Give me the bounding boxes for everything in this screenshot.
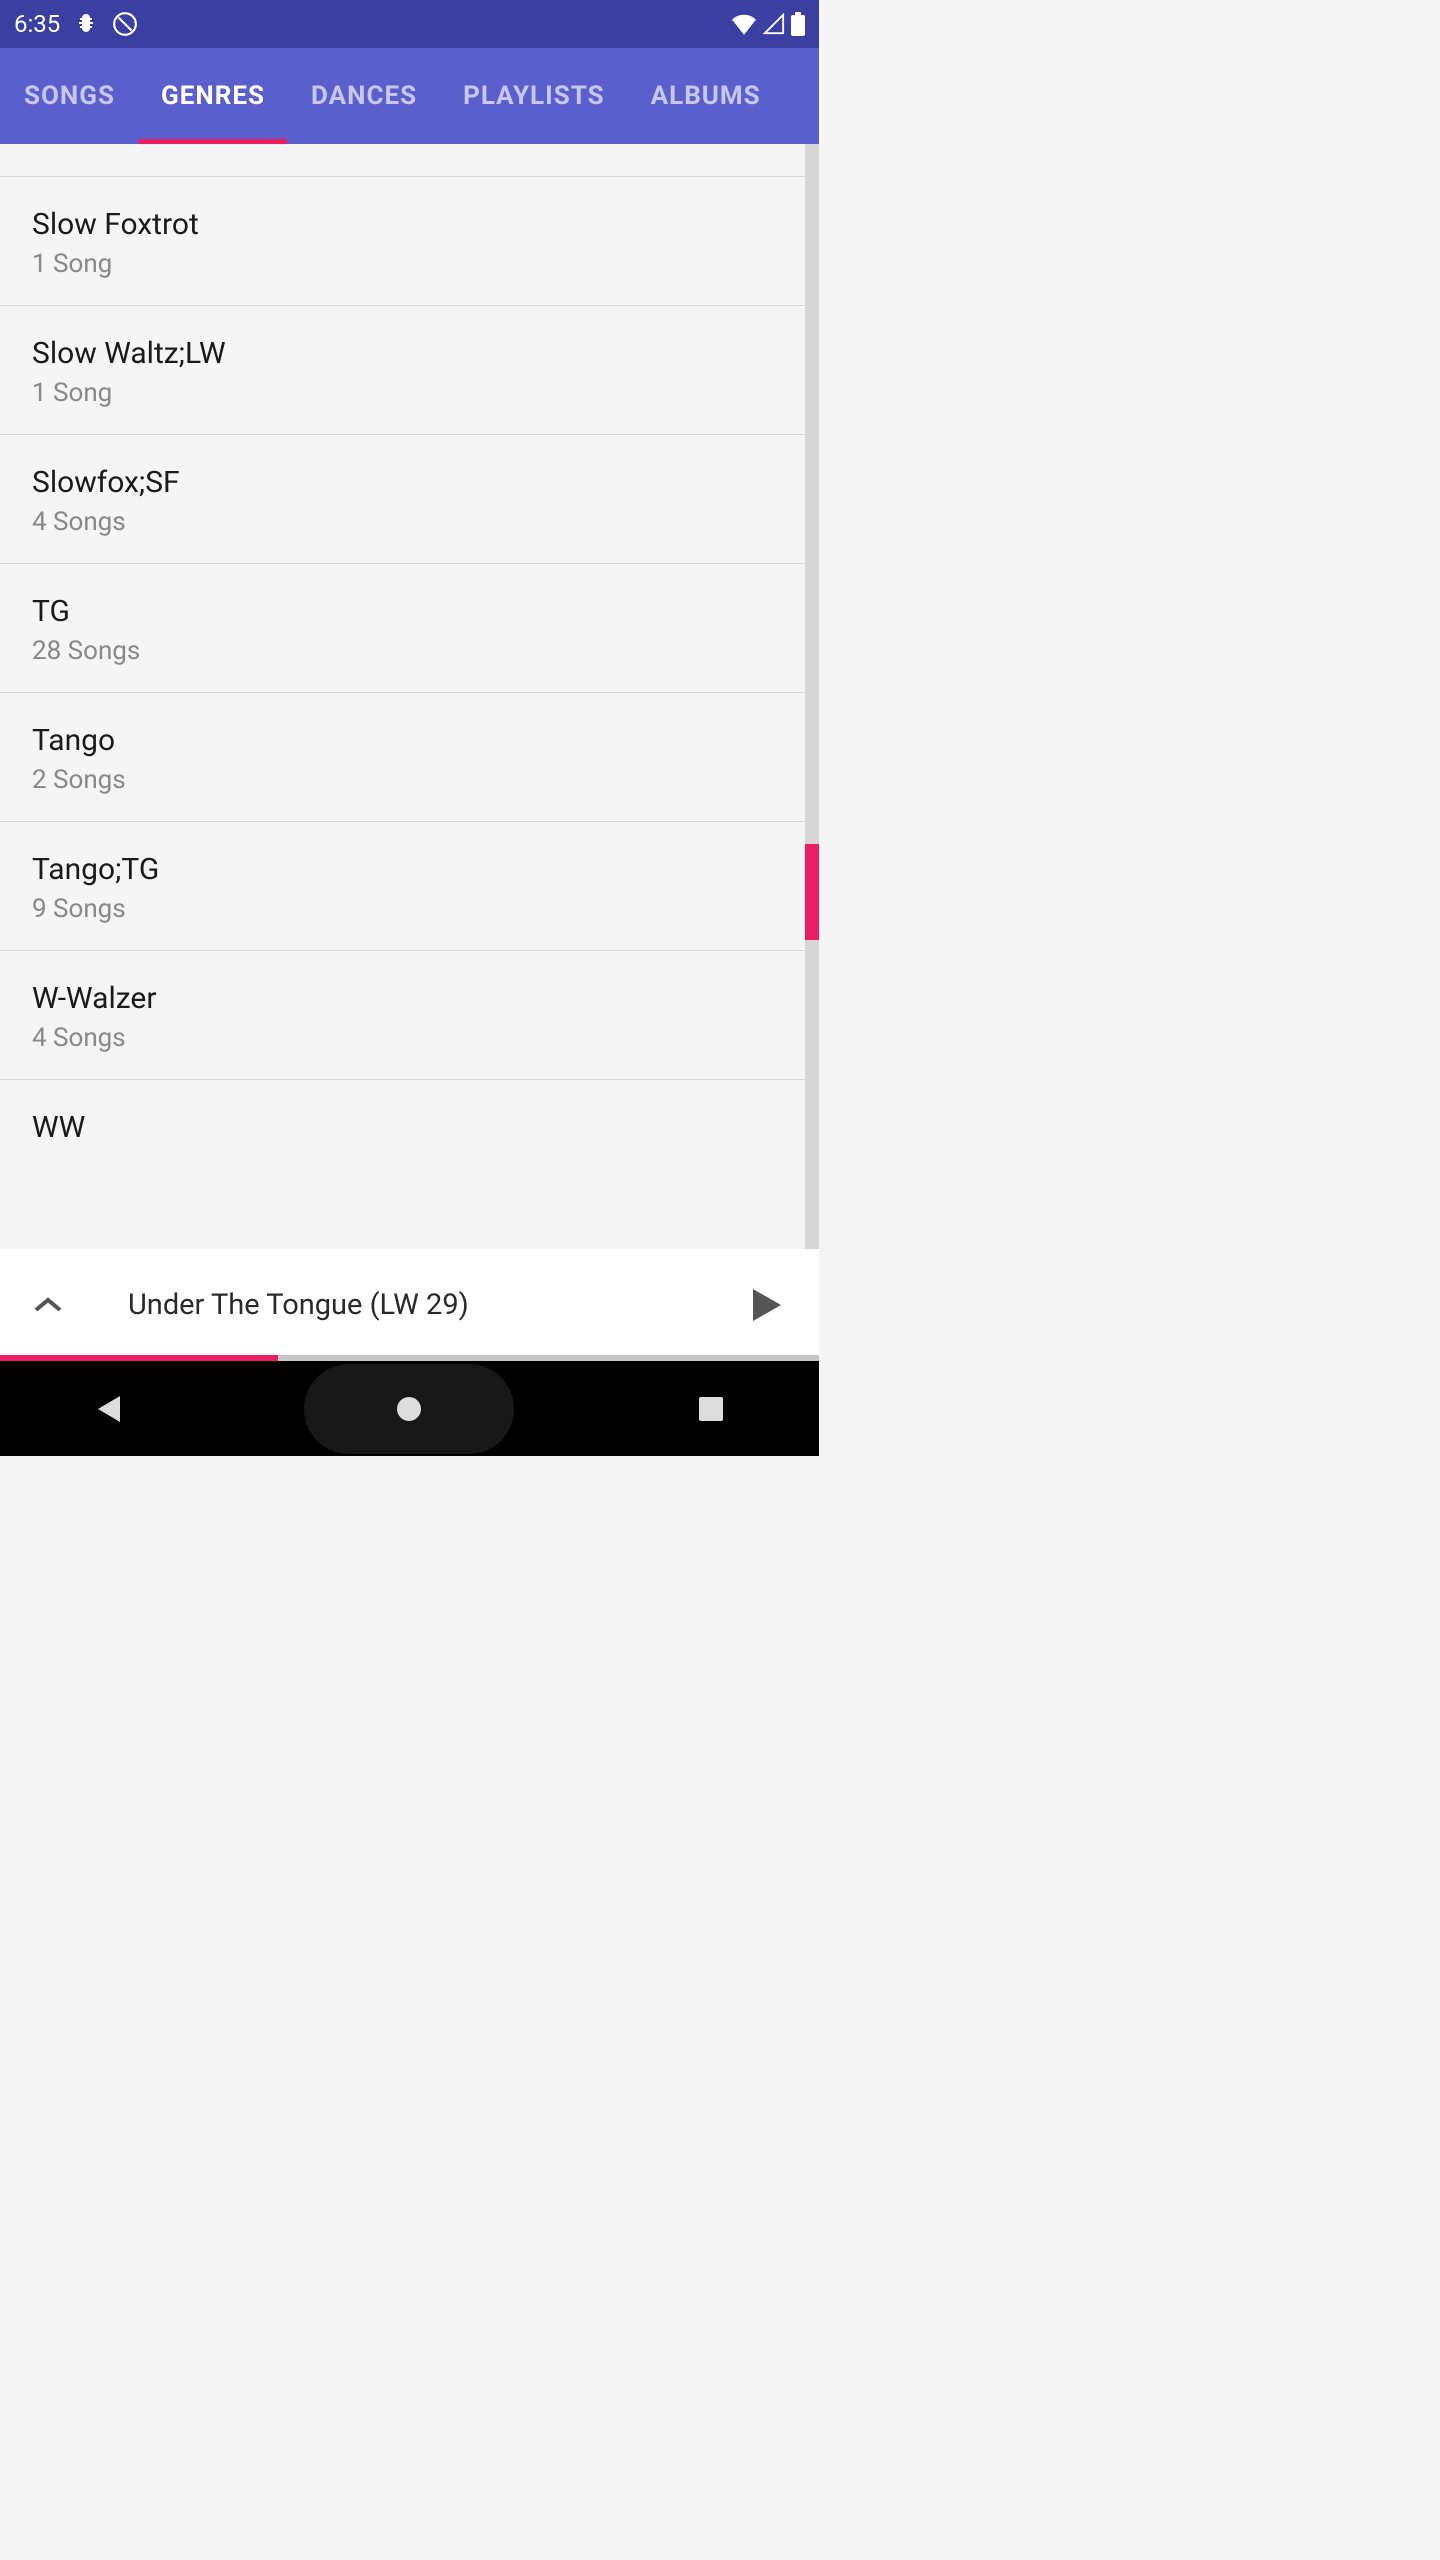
tab-playlists[interactable]: PLAYLISTS <box>463 48 605 144</box>
item-title: W-Walzer <box>32 981 787 1017</box>
list-item[interactable]: Tango 2 Songs <box>0 693 819 822</box>
now-playing-bar[interactable]: Under The Tongue (LW 29) <box>0 1249 819 1361</box>
tab-albums[interactable]: ALBUMS <box>651 48 761 144</box>
chevron-up-icon[interactable] <box>28 1296 68 1314</box>
list-item[interactable]: Slowfox;SF 4 Songs <box>0 435 819 564</box>
list-item[interactable]: Slow Waltz;LW 1 Song <box>0 306 819 435</box>
status-right <box>731 12 805 36</box>
item-title: Slow Waltz;LW <box>32 336 787 372</box>
list-item[interactable]: TG 28 Songs <box>0 564 819 693</box>
tab-genres[interactable]: GENRES <box>161 48 265 144</box>
status-time: 6:35 <box>14 10 60 38</box>
status-left: 6:35 <box>14 10 138 38</box>
scrollbar-track[interactable] <box>805 144 819 1249</box>
item-subtitle: 9 Songs <box>32 894 787 924</box>
item-subtitle: 2 Songs <box>32 765 787 795</box>
tab-songs[interactable]: SONGS <box>24 48 115 144</box>
debug-icon <box>74 12 98 36</box>
list-item[interactable]: Tango;TG 9 Songs <box>0 822 819 951</box>
tab-bar: SONGS GENRES DANCES PLAYLISTS ALBUMS <box>0 48 819 144</box>
item-title: TG <box>32 594 787 630</box>
battery-icon <box>791 12 805 36</box>
list-item-partial-top[interactable] <box>0 144 819 177</box>
wifi-icon <box>731 13 757 35</box>
now-playing-title: Under The Tongue (LW 29) <box>128 1288 743 1322</box>
item-subtitle: 1 Song <box>32 249 787 279</box>
list-item[interactable]: Slow Foxtrot 1 Song <box>0 177 819 306</box>
status-bar: 6:35 <box>0 0 819 48</box>
genre-list[interactable]: Slow Foxtrot 1 Song Slow Waltz;LW 1 Song… <box>0 144 819 1249</box>
back-button[interactable] <box>88 1394 128 1424</box>
home-button[interactable] <box>304 1364 514 1454</box>
recents-button[interactable] <box>691 1397 731 1421</box>
item-title: Slow Foxtrot <box>32 207 787 243</box>
item-title: Tango;TG <box>32 852 787 888</box>
list-item[interactable]: WW <box>0 1080 819 1150</box>
list-item[interactable]: W-Walzer 4 Songs <box>0 951 819 1080</box>
tab-dances[interactable]: DANCES <box>311 48 417 144</box>
item-title: Tango <box>32 723 787 759</box>
item-title: Slowfox;SF <box>32 465 787 501</box>
item-title: WW <box>32 1110 787 1146</box>
item-subtitle: 28 Songs <box>32 636 787 666</box>
android-nav-bar <box>0 1361 819 1456</box>
dnd-icon <box>112 11 138 37</box>
item-subtitle: 1 Song <box>32 378 787 408</box>
item-subtitle: 4 Songs <box>32 1023 787 1053</box>
item-subtitle: 4 Songs <box>32 507 787 537</box>
scrollbar-thumb[interactable] <box>805 844 819 940</box>
play-button[interactable] <box>743 1287 791 1323</box>
cell-icon <box>763 13 785 35</box>
